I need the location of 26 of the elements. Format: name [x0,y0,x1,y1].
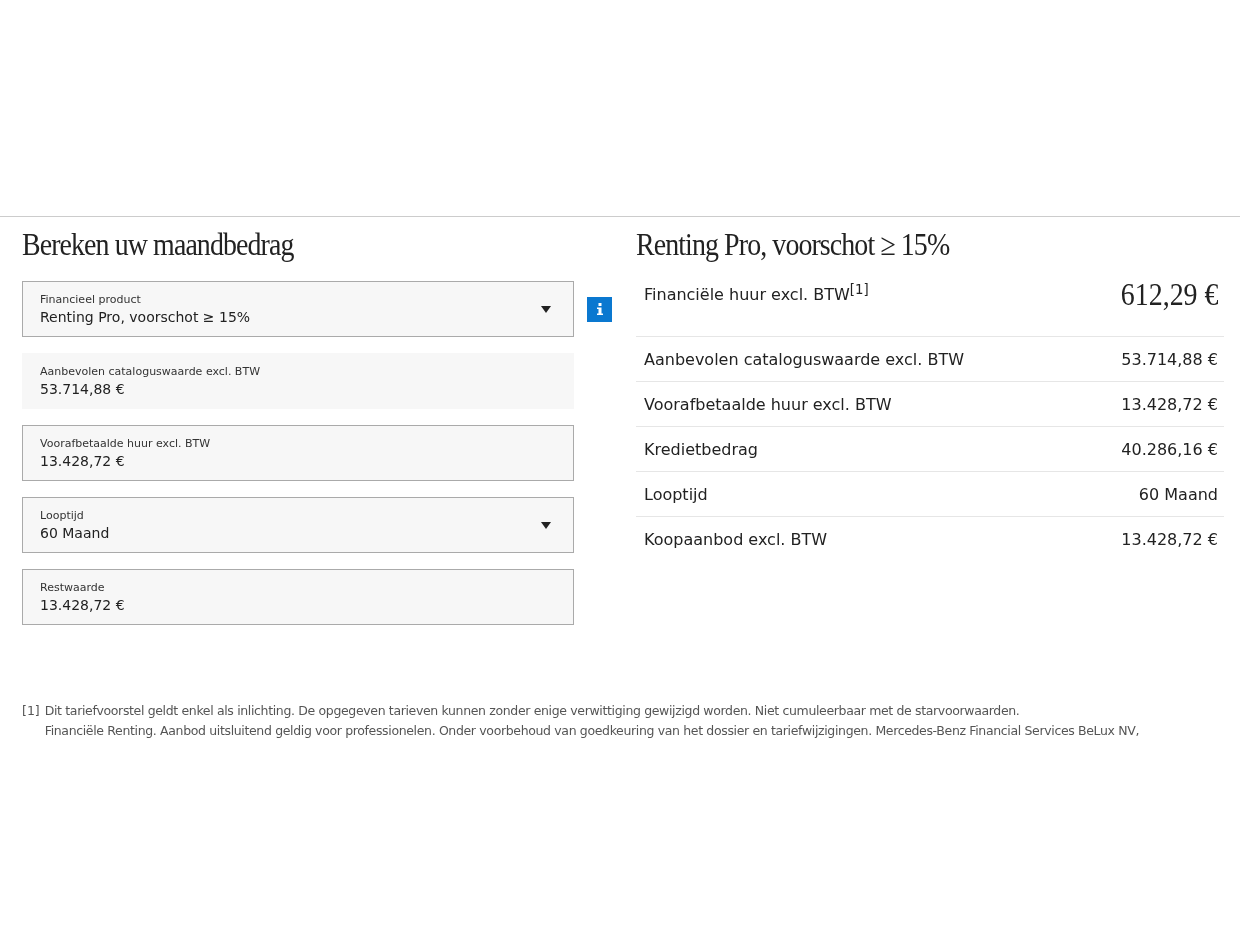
caret-icon [541,521,551,529]
select-field[interactable]: Financieel product Renting Pro, voorschot ≥ 15% [22,281,574,337]
summary-label: Looptijd [644,484,708,504]
info-button[interactable] [587,296,612,322]
summary-label: Financiële huur excl. BTW$^{[1]}$ [644,281,869,305]
summary-value: 40.286,16 € [1121,439,1218,459]
summary-value: 53.714,88 € [1121,349,1218,369]
caret-icon [541,305,551,313]
summary-value: 13.428,72 € [1121,529,1218,549]
footnote-text: Dit tariefvoorstel geldt enkel als inlichting. De opgegeven tarieven kunnen zonder enige verwittiging gewijzigd worden. Niet cumuleerbaar met de starvoorwaarden. [44,703,1021,718]
input-field[interactable]: Voorafbetaalde huur excl. BTW 13.428,72 € [22,425,574,481]
footnote-marker: [1] [22,703,40,720]
summary-label: Koopaanbod excl. BTW [644,529,828,549]
summary-label: Aanbevolen cataloguswaarde excl. BTW [644,349,965,369]
summary-label: Kredietbedrag [644,439,758,459]
info-icon [596,303,603,315]
monthly-amount: 612,29 € [1120,277,1218,313]
select-field[interactable]: Looptijd 60 Maand [22,497,574,553]
summary-value: 60 Maand [1138,484,1218,504]
summary-value: 13.428,72 € [1121,394,1218,414]
input-field[interactable]: Aanbevolen cataloguswaarde excl. BTW 53.714,88 € [22,353,574,409]
calculator-title: Bereken uw maandbedrag [22,227,295,263]
summary-label: Voorafbetaalde huur excl. BTW [644,394,892,414]
footnote-text: Financiële Renting. Aanbod uitsluitend geldig voor professionelen. Onder voorbehoud van goedkeuring van het dossier en tariefwijzigingen. Mercedes-Benz Financial Services BeLux NV, [44,723,1140,738]
input-field[interactable]: Restwaarde 13.428,72 € [22,569,574,625]
summary-title: Renting Pro, voorschot ≥ 15% [636,227,951,263]
